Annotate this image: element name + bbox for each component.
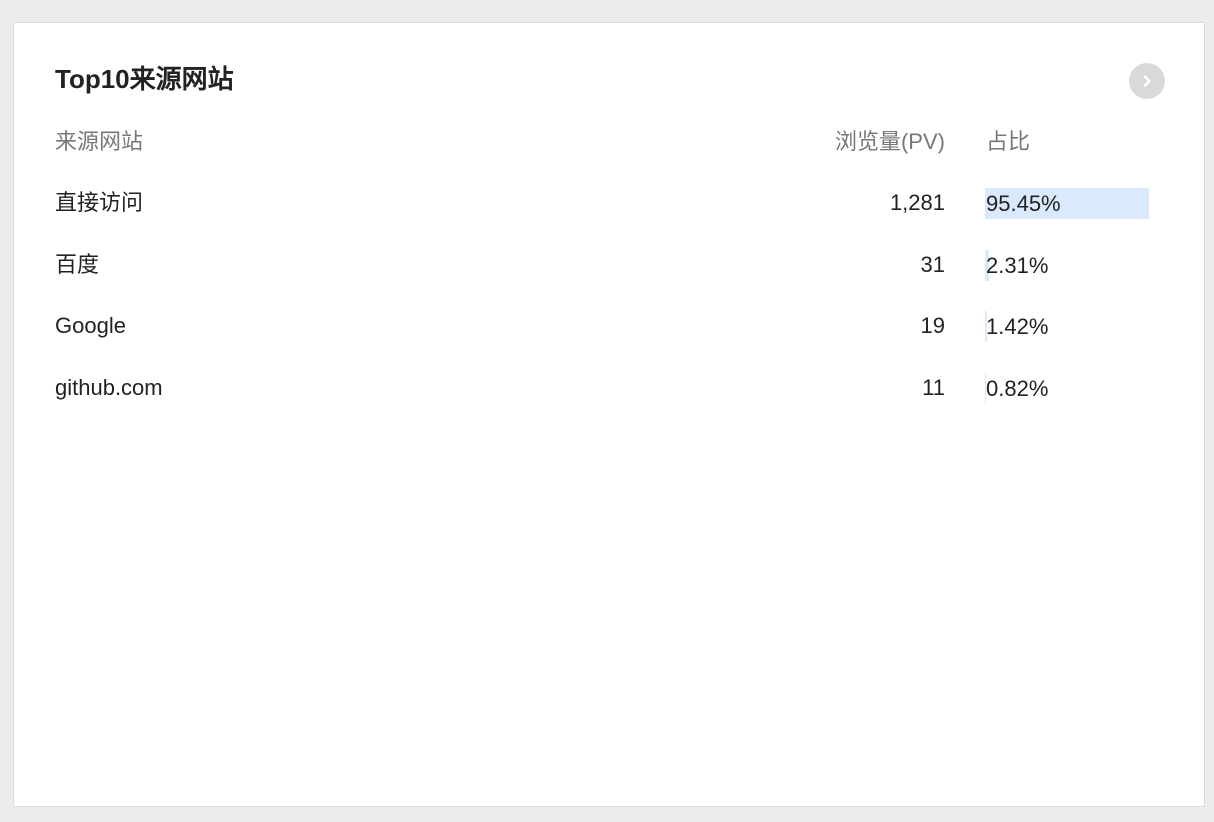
- top-sources-card: Top10来源网站 来源网站 浏览量(PV) 占比 直接访问 1,281 95.…: [13, 22, 1205, 807]
- chevron-right-icon: [1143, 75, 1151, 87]
- more-button[interactable]: [1129, 63, 1165, 99]
- ratio-cell: 2.31%: [985, 248, 1157, 282]
- row-pv: 31: [920, 252, 945, 277]
- row-source: 百度: [55, 252, 100, 277]
- row-ratio: 2.31%: [986, 253, 1049, 278]
- table-row: 直接访问 1,281 95.45%: [55, 186, 1167, 220]
- table-header: 来源网站 浏览量(PV) 占比: [55, 125, 1167, 159]
- row-pv: 11: [922, 375, 945, 400]
- header-pv: 浏览量(PV): [834, 129, 945, 154]
- card-title: Top10来源网站: [55, 64, 234, 94]
- row-ratio: 95.45%: [986, 191, 1061, 216]
- row-ratio: 1.42%: [986, 314, 1049, 339]
- row-source: github.com: [55, 375, 163, 400]
- row-source: 直接访问: [55, 190, 144, 215]
- ratio-cell: 95.45%: [985, 186, 1157, 220]
- row-pv: 19: [920, 313, 945, 338]
- table-row: github.com 11 0.82%: [55, 371, 1167, 405]
- ratio-cell: 0.82%: [985, 371, 1157, 405]
- table-row: 百度 31 2.31%: [55, 248, 1167, 282]
- header-ratio: 占比: [986, 129, 1031, 154]
- row-pv: 1,281: [889, 190, 945, 215]
- ratio-cell: 1.42%: [985, 309, 1157, 343]
- row-source: Google: [55, 313, 126, 338]
- header-source: 来源网站: [55, 129, 144, 154]
- row-ratio: 0.82%: [986, 376, 1049, 401]
- table-row: Google 19 1.42%: [55, 309, 1167, 343]
